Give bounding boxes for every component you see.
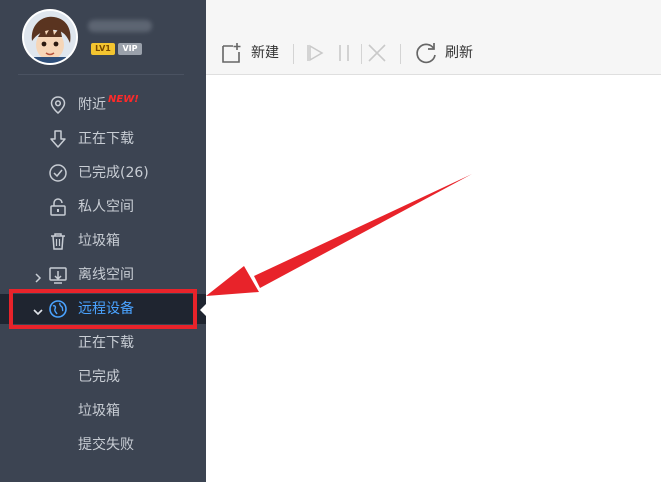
new-badge: NEW!	[108, 94, 139, 105]
pause-icon	[339, 45, 349, 61]
chevron-right-icon[interactable]	[32, 269, 44, 283]
content-area	[206, 75, 661, 482]
refresh-button-label: 刷新	[445, 45, 473, 61]
refresh-button[interactable]: 刷新	[413, 38, 477, 68]
sidebar-subitem-downloading[interactable]: 正在下载	[0, 328, 206, 358]
cloud-download-icon	[48, 265, 68, 285]
sidebar-divider	[18, 74, 184, 75]
vip-badge: VIP	[118, 43, 142, 55]
toolbar-separator	[293, 44, 294, 64]
sidebar-subitem-label: 正在下载	[78, 335, 134, 351]
new-button-label: 新建	[251, 45, 279, 61]
toolbar: 新建 刷新	[206, 0, 661, 75]
sidebar-item-label: 离线空间	[78, 267, 134, 283]
download-icon	[48, 129, 68, 149]
start-button[interactable]	[305, 38, 325, 68]
sidebar-subitem-failed[interactable]: 提交失败	[0, 430, 206, 460]
trash-icon	[48, 231, 68, 251]
toolbar-separator	[400, 44, 401, 64]
sidebar-item-label: 垃圾箱	[78, 233, 120, 249]
sidebar-item-private-space[interactable]: 私人空间	[0, 192, 206, 222]
sidebar-item-label: 附近	[78, 97, 106, 113]
toolbar-separator	[361, 44, 362, 64]
username-blurred	[88, 20, 152, 32]
sidebar-item-completed[interactable]: 已完成(26)	[0, 158, 206, 188]
sidebar-item-offline-space[interactable]: 离线空间	[0, 260, 206, 290]
level-badge: LV1	[91, 43, 115, 55]
annotation-highlight-box	[9, 289, 197, 329]
play-icon	[307, 44, 324, 62]
lock-icon	[48, 197, 68, 217]
sidebar: LV1 VIP 附近 NEW! 正在下载 已完成(26) 私人空间 垃圾箱 离线…	[0, 0, 206, 482]
sidebar-item-label: 正在下载	[78, 131, 134, 147]
sidebar-item-downloading[interactable]: 正在下载	[0, 124, 206, 154]
refresh-icon	[416, 43, 436, 64]
sidebar-subitem-label: 已完成	[78, 369, 120, 385]
user-avatar[interactable]	[24, 11, 76, 63]
sidebar-item-nearby[interactable]: 附近 NEW!	[0, 90, 206, 120]
check-circle-icon	[48, 163, 68, 183]
close-icon	[368, 44, 386, 62]
new-file-icon	[222, 43, 241, 63]
sidebar-item-label: 私人空间	[78, 199, 134, 215]
sidebar-subitem-label: 提交失败	[78, 437, 134, 453]
sidebar-subitem-completed[interactable]: 已完成	[0, 362, 206, 392]
avatar-image	[24, 11, 76, 63]
sidebar-item-trash[interactable]: 垃圾箱	[0, 226, 206, 256]
delete-button[interactable]	[366, 38, 388, 68]
sidebar-subitem-trash[interactable]: 垃圾箱	[0, 396, 206, 426]
pause-button[interactable]	[335, 38, 353, 68]
sidebar-item-label: 已完成(26)	[78, 165, 149, 181]
sidebar-subitem-label: 垃圾箱	[78, 403, 120, 419]
new-button[interactable]: 新建	[220, 38, 284, 68]
location-pin-icon	[48, 95, 68, 115]
